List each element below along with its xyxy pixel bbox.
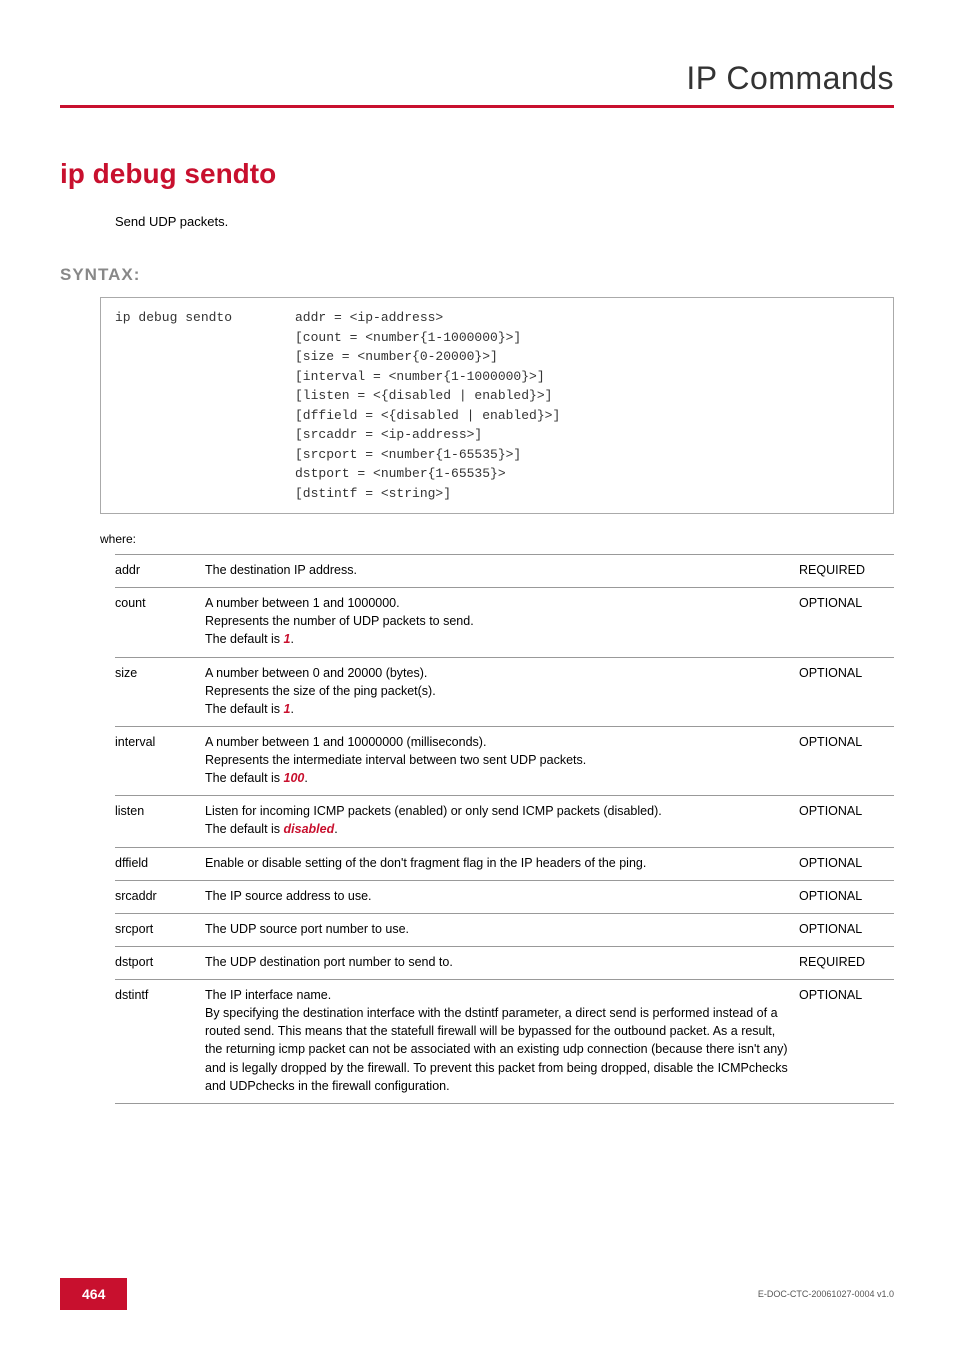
table-row: addrThe destination IP address.REQUIRED	[115, 555, 894, 588]
table-row: srcportThe UDP source port number to use…	[115, 913, 894, 946]
syntax-heading: SYNTAX:	[60, 265, 894, 285]
param-name: count	[115, 588, 205, 657]
param-required: OPTIONAL	[799, 726, 894, 795]
document-id: E-DOC-CTC-20061027-0004 v1.0	[758, 1289, 894, 1299]
param-description: The UDP destination port number to send …	[205, 946, 799, 979]
param-required: OPTIONAL	[799, 980, 894, 1104]
param-description: The UDP source port number to use.	[205, 913, 799, 946]
param-name: interval	[115, 726, 205, 795]
syntax-command: ip debug sendto	[115, 308, 295, 328]
table-row: intervalA number between 1 and 10000000 …	[115, 726, 894, 795]
param-description: Listen for incoming ICMP packets (enable…	[205, 796, 799, 847]
table-row: listenListen for incoming ICMP packets (…	[115, 796, 894, 847]
where-label: where:	[100, 532, 894, 546]
param-required: OPTIONAL	[799, 880, 894, 913]
param-description: A number between 0 and 20000 (bytes).Rep…	[205, 657, 799, 726]
param-description: A number between 1 and 10000000 (millise…	[205, 726, 799, 795]
param-name: dffield	[115, 847, 205, 880]
param-required: OPTIONAL	[799, 913, 894, 946]
param-description: Enable or disable setting of the don't f…	[205, 847, 799, 880]
param-required: OPTIONAL	[799, 847, 894, 880]
page-number-badge: 464	[60, 1278, 127, 1310]
param-name: dstport	[115, 946, 205, 979]
param-required: OPTIONAL	[799, 657, 894, 726]
param-required: OPTIONAL	[799, 588, 894, 657]
section-header: IP Commands	[60, 60, 894, 97]
param-name: srcport	[115, 913, 205, 946]
param-required: OPTIONAL	[799, 796, 894, 847]
param-default-value: 1	[284, 702, 291, 716]
param-name: size	[115, 657, 205, 726]
param-description: A number between 1 and 1000000.Represent…	[205, 588, 799, 657]
param-description: The IP interface name.By specifying the …	[205, 980, 799, 1104]
param-default-value: 100	[284, 771, 305, 785]
command-title: ip debug sendto	[60, 158, 894, 190]
page-footer: 464 E-DOC-CTC-20061027-0004 v1.0	[60, 1278, 894, 1310]
param-name: srcaddr	[115, 880, 205, 913]
command-description: Send UDP packets.	[115, 214, 894, 229]
parameter-table: addrThe destination IP address.REQUIREDc…	[115, 554, 894, 1104]
param-default-value: disabled	[284, 822, 335, 836]
syntax-args: addr = <ip-address> [count = <number{1-1…	[295, 308, 560, 503]
param-name: dstintf	[115, 980, 205, 1104]
table-row: countA number between 1 and 1000000.Repr…	[115, 588, 894, 657]
table-row: sizeA number between 0 and 20000 (bytes)…	[115, 657, 894, 726]
param-default-value: 1	[284, 632, 291, 646]
table-row: dffieldEnable or disable setting of the …	[115, 847, 894, 880]
header-rule	[60, 105, 894, 108]
table-row: dstportThe UDP destination port number t…	[115, 946, 894, 979]
syntax-box: ip debug sendtoaddr = <ip-address> [coun…	[100, 297, 894, 514]
table-row: dstintfThe IP interface name.By specifyi…	[115, 980, 894, 1104]
param-name: listen	[115, 796, 205, 847]
param-description: The IP source address to use.	[205, 880, 799, 913]
param-name: addr	[115, 555, 205, 588]
param-required: REQUIRED	[799, 946, 894, 979]
param-description: The destination IP address.	[205, 555, 799, 588]
table-row: srcaddrThe IP source address to use.OPTI…	[115, 880, 894, 913]
param-required: REQUIRED	[799, 555, 894, 588]
